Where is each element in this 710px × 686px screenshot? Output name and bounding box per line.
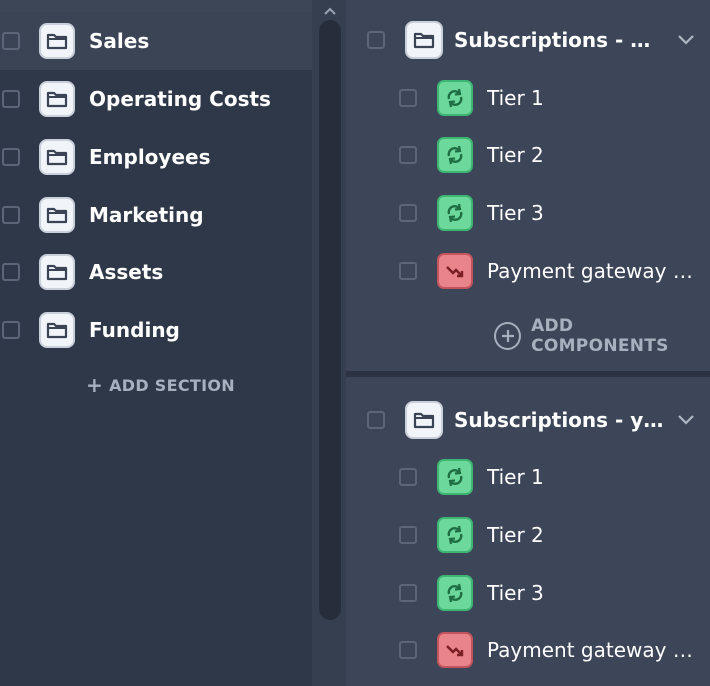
folder-icon — [39, 139, 75, 175]
section-row-marketing[interactable]: Marketing — [0, 186, 312, 244]
section-checkbox[interactable] — [2, 321, 20, 339]
section-label: Funding — [89, 318, 180, 342]
section-row-sales[interactable]: Sales — [0, 12, 312, 70]
folder-icon — [405, 401, 443, 439]
section-label: Operating Costs — [89, 87, 271, 111]
recurring-icon — [437, 195, 473, 231]
plus-icon: + — [86, 373, 104, 397]
folder-icon — [39, 197, 75, 233]
component-checkbox[interactable] — [399, 584, 417, 602]
component-checkbox[interactable] — [399, 204, 417, 222]
section-row-funding[interactable]: Funding — [0, 301, 312, 359]
group-header[interactable]: Subscriptions - monthly — [346, 12, 710, 68]
recurring-icon — [437, 80, 473, 116]
component-row-tier-2[interactable]: Tier 2 — [346, 507, 710, 563]
folder-icon — [39, 254, 75, 290]
component-group: Subscriptions - monthly Tier 1 Tier 2 Ti… — [346, 0, 710, 371]
component-checkbox[interactable] — [399, 526, 417, 544]
section-checkbox[interactable] — [2, 148, 20, 166]
recurring-icon — [437, 137, 473, 173]
folder-icon — [405, 21, 443, 59]
recurring-icon — [437, 517, 473, 553]
section-label: Assets — [89, 260, 164, 284]
sections-panel: Sales Operating Costs Employees Marketin… — [0, 0, 312, 686]
recurring-icon — [437, 459, 473, 495]
group-title: Subscriptions - yearly — [454, 408, 664, 432]
folder-icon — [39, 81, 75, 117]
component-label: Payment gateway costs — [487, 638, 697, 662]
component-row-tier-1[interactable]: Tier 1 — [346, 70, 710, 126]
component-checkbox[interactable] — [399, 468, 417, 486]
section-checkbox[interactable] — [2, 90, 20, 108]
component-label: Tier 1 — [487, 86, 544, 110]
section-checkbox[interactable] — [2, 206, 20, 224]
section-row-employees[interactable]: Employees — [0, 128, 312, 186]
component-label: Tier 2 — [487, 143, 544, 167]
component-checkbox[interactable] — [399, 89, 417, 107]
trend-down-icon — [437, 253, 473, 289]
add-components-label: ADD COMPONENTS — [531, 316, 669, 356]
folder-icon — [39, 312, 75, 348]
component-checkbox[interactable] — [399, 641, 417, 659]
section-label: Sales — [89, 29, 150, 53]
section-row-assets[interactable]: Assets — [0, 243, 312, 301]
plus-circle-icon — [494, 322, 522, 350]
component-row-payment-gateway[interactable]: Payment gateway costs — [346, 622, 710, 678]
section-label: Marketing — [89, 203, 204, 227]
group-title: Subscriptions - monthly — [454, 28, 664, 52]
group-checkbox[interactable] — [367, 31, 385, 49]
component-label: Payment gateway costs — [487, 259, 697, 283]
component-row-tier-2[interactable]: Tier 2 — [346, 127, 710, 183]
chevron-down-icon[interactable] — [676, 32, 696, 48]
add-components-button[interactable]: ADD COMPONENTS — [494, 316, 710, 356]
scrollbar-thumb[interactable] — [319, 20, 341, 620]
section-row-operating-costs[interactable]: Operating Costs — [0, 70, 312, 128]
component-label: Tier 2 — [487, 523, 544, 547]
component-checkbox[interactable] — [399, 146, 417, 164]
component-label: Tier 3 — [487, 201, 544, 225]
section-checkbox[interactable] — [2, 263, 20, 281]
component-row-payment-gateway[interactable]: Payment gateway costs — [346, 243, 710, 299]
folder-icon — [39, 23, 75, 59]
panel-top-edge — [0, 0, 312, 12]
chevron-down-icon[interactable] — [676, 412, 696, 428]
component-row-tier-1[interactable]: Tier 1 — [346, 449, 710, 505]
section-checkbox[interactable] — [2, 32, 20, 50]
section-label: Employees — [89, 145, 211, 169]
component-row-tier-3[interactable]: Tier 3 — [346, 185, 710, 241]
component-label: Tier 1 — [487, 465, 544, 489]
component-group: Subscriptions - yearly Tier 1 Tier 2 Tie… — [346, 377, 710, 686]
component-row-tier-3[interactable]: Tier 3 — [346, 565, 710, 621]
group-checkbox[interactable] — [367, 411, 385, 429]
recurring-icon — [437, 575, 473, 611]
component-checkbox[interactable] — [399, 262, 417, 280]
trend-down-icon — [437, 632, 473, 668]
component-label: Tier 3 — [487, 581, 544, 605]
group-header[interactable]: Subscriptions - yearly — [346, 392, 710, 448]
add-section-button[interactable]: + ADD SECTION — [86, 373, 235, 397]
add-section-label: ADD SECTION — [109, 375, 235, 395]
scroll-up-icon[interactable] — [319, 4, 341, 18]
